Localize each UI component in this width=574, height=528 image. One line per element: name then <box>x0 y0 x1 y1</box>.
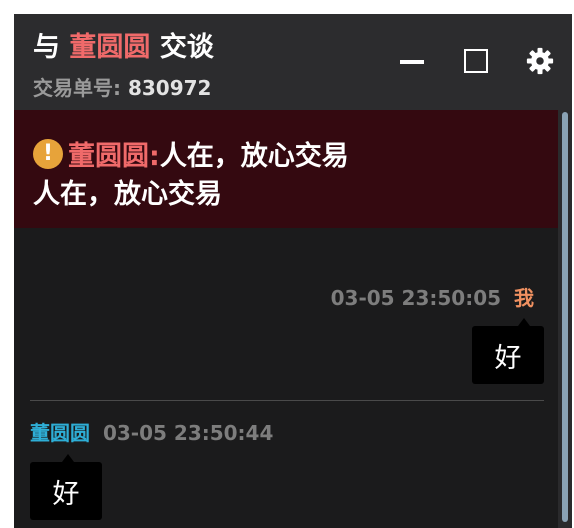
warning-icon: ! <box>33 138 63 169</box>
notice-body: 人在，放心交易 <box>33 179 222 210</box>
message-sender-contact: 董圆圆 <box>30 421 90 445</box>
maximize-button[interactable] <box>459 44 493 78</box>
message-time: 03-05 23:50:44 <box>102 421 274 445</box>
chat-window: 与 董圆圆 交谈 交易单号: 830972 ! 董圆圆: 人在，放心交易 人在，… <box>14 14 572 528</box>
maximize-icon <box>464 49 488 73</box>
message-divider <box>30 400 544 401</box>
message-meta-theirs: 董圆圆 03-05 23:50:44 <box>30 417 273 446</box>
settings-button[interactable] <box>523 44 557 78</box>
order-info: 交易单号: 830972 <box>33 72 211 101</box>
chat-title: 与 董圆圆 交谈 <box>33 25 214 64</box>
message-bubble-mine: 好 <box>472 318 544 384</box>
scrollbar-thumb[interactable] <box>562 112 568 522</box>
scrollbar[interactable] <box>558 110 572 528</box>
title-bar: 与 董圆圆 交谈 交易单号: 830972 <box>14 14 572 110</box>
minimize-icon <box>400 60 424 64</box>
minimize-button[interactable] <box>395 44 429 78</box>
contact-name: 董圆圆 <box>69 32 151 63</box>
message-text: 好 <box>494 342 522 374</box>
notice-banner: ! 董圆圆: 人在，放心交易 人在，放心交易 <box>14 110 558 228</box>
notice-headline-row: ! 董圆圆: 人在，放心交易 <box>33 134 349 173</box>
title-suffix: 交谈 <box>159 32 214 63</box>
notice-headline: 人在，放心交易 <box>159 141 349 172</box>
notice-sender: 董圆圆: <box>68 141 160 172</box>
message-time: 03-05 23:50:05 <box>330 286 502 310</box>
message-meta-mine: 03-05 23:50:05 我 <box>331 282 534 311</box>
message-bubble-theirs: 好 <box>30 454 102 520</box>
message-text: 好 <box>52 478 80 510</box>
title-prefix: 与 <box>33 32 60 63</box>
order-label: 交易单号: <box>33 76 121 100</box>
gear-icon <box>526 47 554 75</box>
message-sender-self: 我 <box>514 286 534 310</box>
order-number: 830972 <box>127 76 212 100</box>
